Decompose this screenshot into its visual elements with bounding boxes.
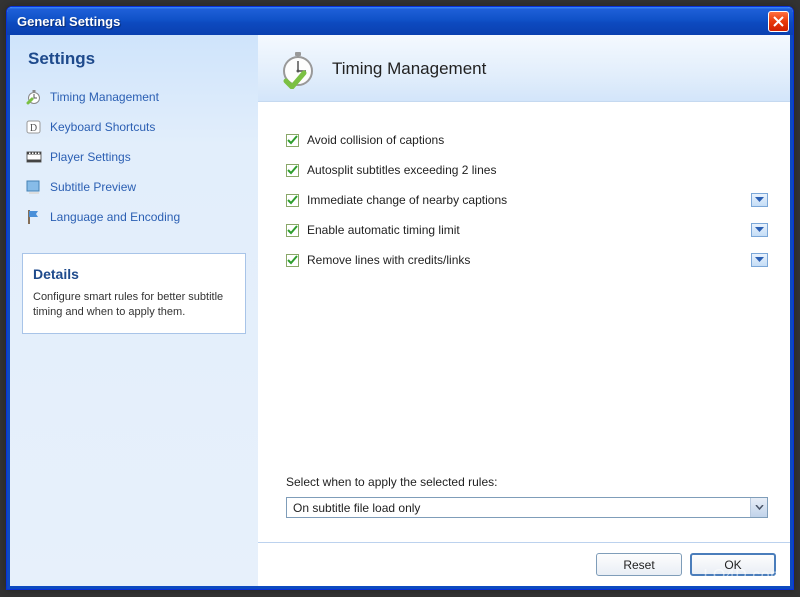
dropdown-button[interactable] [750,498,767,517]
key-d-icon: D [26,119,42,135]
sidebar-item-timing[interactable]: Timing Management [22,85,246,109]
expand-button[interactable] [751,253,768,267]
close-button[interactable] [768,11,789,32]
details-heading: Details [33,266,235,282]
window-title: General Settings [17,14,768,29]
film-icon [26,149,42,165]
content-area: Avoid collision of captions Autosplit su… [258,102,790,542]
titlebar: General Settings [7,7,793,35]
option-label: Remove lines with credits/links [307,253,751,267]
sidebar-item-player[interactable]: Player Settings [22,145,246,169]
chevron-down-icon [755,257,764,263]
chevron-down-icon [755,505,764,511]
checkbox-timing-limit[interactable] [286,224,299,237]
main-panel: Timing Management Avoid collision of cap… [258,35,790,586]
sidebar: Settings Timing Management D Keyboard Sh… [10,35,258,586]
apply-when-dropdown[interactable]: On subtitle file load only [286,497,768,518]
option-row-remove-credits: Remove lines with credits/links [286,250,768,270]
stopwatch-large-icon [278,49,318,89]
sidebar-item-label: Player Settings [50,150,131,164]
option-label: Autosplit subtitles exceeding 2 lines [307,163,768,177]
checkbox-avoid-collision[interactable] [286,134,299,147]
checkbox-remove-credits[interactable] [286,254,299,267]
preview-icon [26,179,42,195]
settings-window: General Settings Settings Timing Managem… [6,6,794,590]
sidebar-item-label: Language and Encoding [50,210,180,224]
details-panel: Details Configure smart rules for better… [22,253,246,334]
sidebar-item-label: Subtitle Preview [50,180,136,194]
sidebar-item-language[interactable]: Language and Encoding [22,205,246,229]
option-label: Enable automatic timing limit [307,223,751,237]
chevron-down-icon [755,197,764,203]
dropdown-value: On subtitle file load only [287,501,750,515]
ok-button[interactable]: OK [690,553,776,576]
svg-text:D: D [30,123,37,134]
flag-icon [26,209,42,225]
option-row-avoid-collision: Avoid collision of captions [286,130,768,150]
option-row-immediate-change: Immediate change of nearby captions [286,190,768,210]
option-label: Avoid collision of captions [307,133,768,147]
page-title: Timing Management [332,59,486,79]
chevron-down-icon [755,227,764,233]
apply-label: Select when to apply the selected rules: [286,475,768,489]
close-icon [773,16,784,27]
expand-button[interactable] [751,193,768,207]
checkbox-immediate-change[interactable] [286,194,299,207]
nav-list: Timing Management D Keyboard Shortcuts P… [22,85,246,235]
option-row-autosplit: Autosplit subtitles exceeding 2 lines [286,160,768,180]
option-row-timing-limit: Enable automatic timing limit [286,220,768,240]
sidebar-item-subtitle-preview[interactable]: Subtitle Preview [22,175,246,199]
stopwatch-icon [26,89,42,105]
main-header: Timing Management [258,35,790,102]
sidebar-heading: Settings [22,49,246,69]
reset-button[interactable]: Reset [596,553,682,576]
footer: Reset OK [258,542,790,586]
sidebar-item-keyboard[interactable]: D Keyboard Shortcuts [22,115,246,139]
client-area: Settings Timing Management D Keyboard Sh… [7,35,793,589]
option-label: Immediate change of nearby captions [307,193,751,207]
checkbox-autosplit[interactable] [286,164,299,177]
expand-button[interactable] [751,223,768,237]
sidebar-item-label: Keyboard Shortcuts [50,120,155,134]
sidebar-item-label: Timing Management [50,90,159,104]
details-text: Configure smart rules for better subtitl… [33,290,235,321]
apply-section: Select when to apply the selected rules:… [286,475,768,518]
